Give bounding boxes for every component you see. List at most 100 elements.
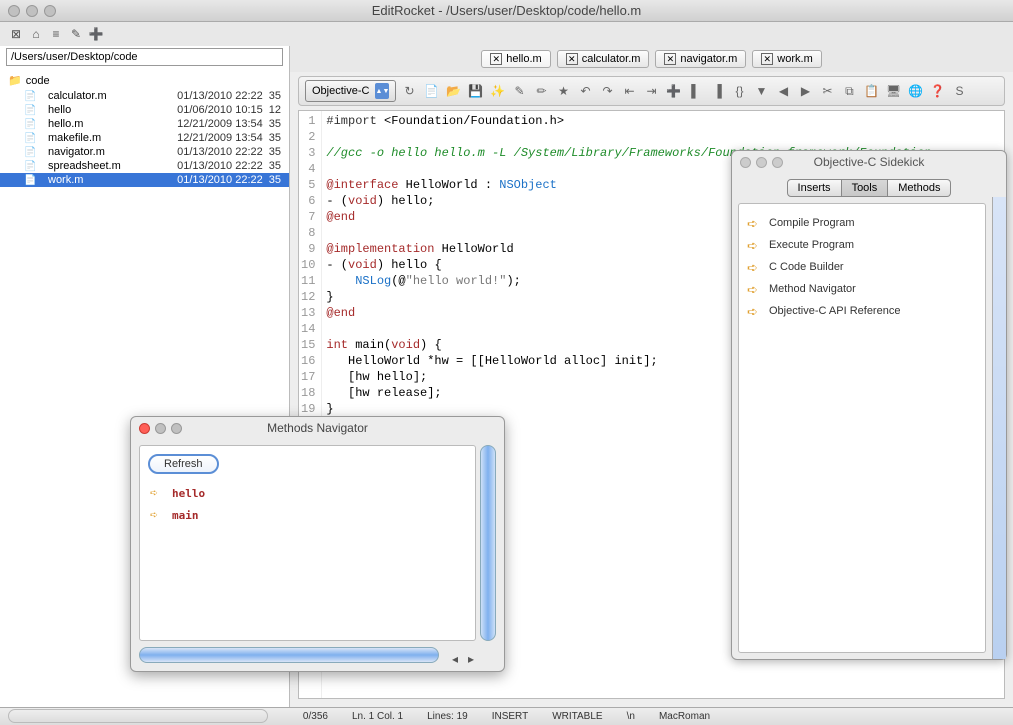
editor-tab[interactable]: ✕ work.m: [752, 50, 821, 68]
down-icon[interactable]: ▼: [752, 82, 770, 100]
align-left-icon[interactable]: ▌: [686, 82, 704, 100]
editor-toolbar: Objective-C ▲▼ ↻ 📄 📂 💾 ✨ ✎ ✏ ★ ↶ ↷ ⇤ ⇥ ➕…: [298, 76, 1005, 106]
sidekick-item-label: Method Navigator: [769, 283, 856, 295]
status-position: 0/356: [303, 711, 328, 722]
window-titlebar: EditRocket - /Users/user/Desktop/code/he…: [0, 0, 1013, 22]
status-lines: Lines: 19: [427, 711, 468, 722]
close-file-icon[interactable]: ⊠: [8, 26, 24, 42]
globe-icon[interactable]: 🌐: [906, 82, 924, 100]
file-date: 01/13/2010 22:22: [177, 90, 263, 102]
sidekick-tab[interactable]: Methods: [888, 179, 951, 197]
wand-icon[interactable]: ✨: [488, 82, 506, 100]
nav-back-icon[interactable]: ◀: [774, 82, 792, 100]
marker-icon[interactable]: ✏: [532, 82, 550, 100]
arrow-icon: [747, 282, 761, 296]
s-icon[interactable]: S: [950, 82, 968, 100]
file-row[interactable]: work.m01/13/2010 22:2235: [0, 173, 289, 187]
screen-icon[interactable]: 🖥: [884, 82, 902, 100]
path-input[interactable]: [6, 48, 283, 66]
plus-icon[interactable]: ➕: [88, 26, 104, 42]
file-row[interactable]: hello.m12/21/2009 13:5435: [0, 117, 289, 131]
file-name: spreadsheet.m: [48, 160, 171, 172]
help-icon[interactable]: ❓: [928, 82, 946, 100]
method-name: hello: [172, 487, 205, 500]
file-icon: [24, 118, 42, 130]
language-selector[interactable]: Objective-C ▲▼: [305, 80, 396, 102]
sidekick-body: Compile Program Execute ProgramC Code Bui…: [738, 203, 986, 653]
sidekick-tab[interactable]: Inserts: [787, 179, 842, 197]
open-folder-icon[interactable]: 📂: [444, 82, 462, 100]
sidekick-item[interactable]: C Code Builder: [745, 256, 979, 278]
sidekick-tab[interactable]: Tools: [842, 179, 889, 197]
editor-tab[interactable]: ✕calculator.m: [557, 50, 650, 68]
sidekick-item[interactable]: Objective-C API Reference: [745, 300, 979, 322]
save-icon[interactable]: 💾: [466, 82, 484, 100]
methods-nav-hscrollbar[interactable]: [139, 647, 439, 663]
editor-tab[interactable]: ✕ hello.m: [481, 50, 550, 68]
methods-nav-titlebar: Methods Navigator: [131, 417, 504, 439]
file-icon: [24, 160, 42, 172]
align-right-icon[interactable]: ▐: [708, 82, 726, 100]
scroll-right-icon[interactable]: ▸: [463, 651, 479, 667]
tab-label: work.m: [777, 53, 812, 65]
arrow-icon: [747, 238, 761, 252]
status-lncol: Ln. 1 Col. 1: [352, 711, 403, 722]
tree-root-folder[interactable]: code: [0, 72, 289, 89]
indent-left-icon[interactable]: ⇤: [620, 82, 638, 100]
file-row[interactable]: makefile.m12/21/2009 13:5435: [0, 131, 289, 145]
close-tab-icon[interactable]: ✕: [490, 53, 502, 65]
file-row[interactable]: spreadsheet.m01/13/2010 22:2235: [0, 159, 289, 173]
redo-icon[interactable]: ↷: [598, 82, 616, 100]
list-icon[interactable]: ≡: [48, 26, 64, 42]
new-file-icon[interactable]: 📄: [422, 82, 440, 100]
method-item[interactable]: main: [148, 504, 467, 526]
sidebar-hscrollbar[interactable]: [8, 709, 268, 723]
sidekick-scrollbar[interactable]: [992, 197, 1006, 659]
method-name: main: [172, 509, 199, 522]
methods-nav-vscrollbar[interactable]: [480, 445, 496, 641]
scroll-left-icon[interactable]: ◂: [447, 651, 463, 667]
bookmark-icon[interactable]: ★: [554, 82, 572, 100]
tab-label: hello.m: [506, 53, 541, 65]
sidekick-item[interactable]: Execute Program: [745, 234, 979, 256]
indent-right-icon[interactable]: ⇥: [642, 82, 660, 100]
braces-icon[interactable]: {}: [730, 82, 748, 100]
language-label: Objective-C: [312, 85, 369, 97]
file-size: 35: [269, 160, 281, 172]
nav-fwd-icon[interactable]: ▶: [796, 82, 814, 100]
refresh-button[interactable]: Refresh: [148, 454, 219, 474]
file-name: navigator.m: [48, 146, 171, 158]
sidekick-titlebar: Objective-C Sidekick: [732, 151, 1006, 173]
method-item[interactable]: hello: [148, 482, 467, 504]
cut-icon[interactable]: ✂: [818, 82, 836, 100]
refresh-icon[interactable]: ↻: [400, 82, 418, 100]
file-row[interactable]: calculator.m01/13/2010 22:2235: [0, 89, 289, 103]
file-name: calculator.m: [48, 90, 171, 102]
file-row[interactable]: hello01/06/2010 10:1512: [0, 103, 289, 117]
file-name: work.m: [48, 174, 171, 186]
sidekick-item-label: Compile Program: [769, 217, 855, 229]
close-tab-icon[interactable]: ✕: [664, 53, 676, 65]
file-icon: [24, 90, 42, 102]
sidekick-item[interactable]: Method Navigator: [745, 278, 979, 300]
file-row[interactable]: navigator.m01/13/2010 22:2235: [0, 145, 289, 159]
undo-icon[interactable]: ↶: [576, 82, 594, 100]
mini-toolbar: ⊠ ⌂ ≡ ✎ ➕: [0, 22, 1013, 46]
sidekick-panel: Objective-C Sidekick InsertsToolsMethods…: [731, 150, 1007, 660]
file-name: makefile.m: [48, 132, 171, 144]
add-icon[interactable]: ➕: [664, 82, 682, 100]
file-date: 12/21/2009 13:54: [177, 132, 263, 144]
home-icon[interactable]: ⌂: [28, 26, 44, 42]
sidekick-item[interactable]: Compile Program: [745, 212, 979, 234]
highlight-icon[interactable]: ✎: [510, 82, 528, 100]
file-date: 12/21/2009 13:54: [177, 118, 263, 130]
copy-icon[interactable]: ⧉: [840, 82, 858, 100]
methods-navigator-window: Methods Navigator Refresh hello main ◂ ▸: [130, 416, 505, 672]
arrow-icon: [747, 304, 761, 318]
methods-nav-body: Refresh hello main: [139, 445, 476, 641]
close-tab-icon[interactable]: ✕: [566, 53, 578, 65]
editor-tab[interactable]: ✕navigator.m: [655, 50, 746, 68]
tools-icon[interactable]: ✎: [68, 26, 84, 42]
close-tab-icon[interactable]: ✕: [761, 53, 773, 65]
paste-icon[interactable]: 📋: [862, 82, 880, 100]
